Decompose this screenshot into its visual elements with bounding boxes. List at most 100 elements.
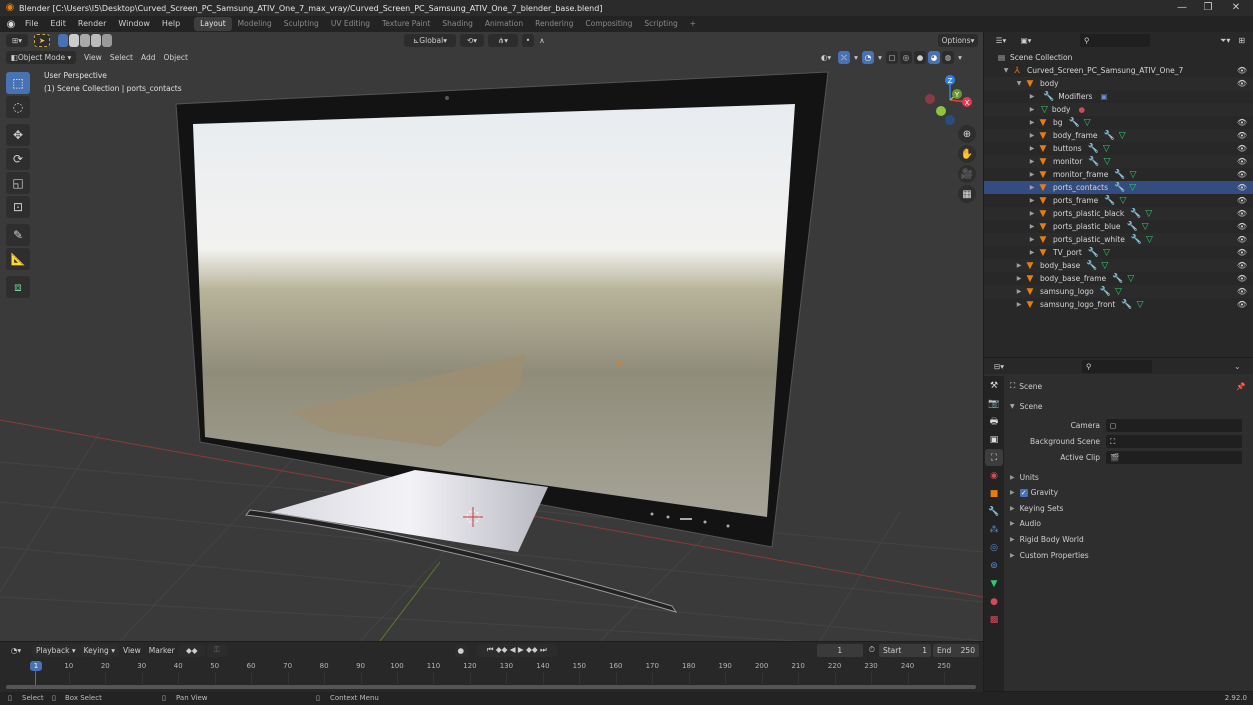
modifier-icon[interactable]: 🔧	[1104, 196, 1115, 206]
transform-orientation-dropdown[interactable]: ⊾ Global ▾	[404, 34, 456, 47]
modifier-icon[interactable]: 🔧	[1127, 222, 1138, 232]
playhead[interactable]: 1	[30, 661, 42, 671]
zoom-view-icon[interactable]: ⊕	[958, 125, 976, 143]
mesh-data-icon[interactable]: ▽	[1137, 300, 1144, 310]
modifier-icon[interactable]: 🔧	[1121, 300, 1132, 310]
field-value-input[interactable]: 🎬	[1106, 450, 1242, 464]
visibility-eye-icon[interactable]: 👁	[1237, 248, 1247, 257]
outliner-item[interactable]: ▶ ▼ body_base_frame 🔧 ▽ 👁	[984, 272, 1253, 285]
outliner-item[interactable]: ▶ ▼ ports_plastic_black 🔧 ▽ 👁	[984, 207, 1253, 220]
shading-solid[interactable]: ●	[914, 51, 926, 64]
outliner-item[interactable]: ▶ ▼ TV_port 🔧 ▽ 👁	[984, 246, 1253, 259]
expand-arrow-icon[interactable]: ▶	[1027, 184, 1037, 191]
measure-tool-icon[interactable]: 📐	[6, 248, 30, 270]
select-mode-intersect-icon[interactable]	[102, 34, 112, 47]
select-box-tool-icon[interactable]: ⬚	[6, 72, 30, 94]
visibility-dropdown[interactable]: ◐▾	[816, 51, 836, 64]
expand-arrow-icon[interactable]: ▶	[1027, 119, 1037, 126]
mesh-data-icon[interactable]: ▽	[1104, 157, 1111, 167]
tab-layout[interactable]: Layout	[194, 17, 232, 31]
modifier-icon[interactable]: 🔧	[1088, 157, 1099, 167]
mode-dropdown[interactable]: ◧ Object Mode ▾	[6, 51, 76, 64]
render-tab-icon[interactable]: 📷	[985, 395, 1003, 412]
expand-arrow-icon[interactable]: ▶	[1027, 158, 1037, 165]
outliner-item[interactable]: ▶ ▼ monitor 🔧 ▽ 👁	[984, 155, 1253, 168]
expand-arrow-icon[interactable]: ▶	[1027, 106, 1037, 113]
subpanel-header[interactable]: ▶ Custom Properties	[1010, 548, 1246, 562]
modifier-icon[interactable]: 🔧	[1130, 209, 1141, 219]
output-tab-icon[interactable]: 🖶	[985, 413, 1003, 430]
select-mode-invert-icon[interactable]	[91, 34, 101, 47]
outliner-search-input[interactable]: ⚲	[1080, 34, 1150, 47]
visibility-eye-icon[interactable]: 👁	[1237, 222, 1247, 231]
proportional-falloff-icon[interactable]: ∧	[536, 34, 548, 47]
field-value-input[interactable]: ⛶	[1106, 434, 1242, 448]
expand-arrow-icon[interactable]: ▶	[1027, 132, 1037, 139]
subpanel-header[interactable]: ▶ Units	[1010, 470, 1246, 484]
physics-tab-icon[interactable]: ◎	[985, 539, 1003, 556]
outliner-item[interactable]: ▶ 🔧 Modifiers ▣	[984, 90, 1253, 103]
close-button[interactable]: ✕	[1224, 0, 1248, 16]
visibility-eye-icon[interactable]: 👁	[1237, 157, 1247, 166]
menu-edit[interactable]: Edit	[44, 16, 72, 32]
maximize-button[interactable]: ❐	[1196, 0, 1220, 16]
modifier-icon[interactable]: 🔧	[1114, 183, 1125, 193]
annotate-tool-icon[interactable]: ✎	[6, 224, 30, 246]
outliner-root[interactable]: ▤ Scene Collection	[984, 51, 1253, 64]
snap-dropdown[interactable]: ⋔▾	[488, 34, 518, 47]
outliner-item[interactable]: ▶ ▽ body ●	[984, 103, 1253, 116]
camera-view-icon[interactable]: 🎥	[958, 165, 976, 183]
expand-arrow-icon[interactable]: ▶	[1027, 249, 1037, 256]
shading-material[interactable]: ◕	[928, 51, 940, 64]
tool-tab-icon[interactable]: ⚒	[985, 377, 1003, 394]
visibility-eye-icon[interactable]: 👁	[1237, 209, 1247, 218]
select-mode-new-icon[interactable]	[58, 34, 68, 47]
constraints-tab-icon[interactable]: ⊚	[985, 557, 1003, 574]
tab-modeling[interactable]: Modeling	[232, 17, 278, 31]
mesh-data-icon[interactable]: ▽	[1142, 222, 1149, 232]
tab-animation[interactable]: Animation	[479, 17, 529, 31]
expand-arrow-icon[interactable]: ▶	[1027, 197, 1037, 204]
scene-panel-header[interactable]: ▼ Scene	[1010, 399, 1250, 413]
overlay-dropdown[interactable]: ▾	[876, 51, 884, 64]
menu-file[interactable]: File	[19, 16, 44, 32]
outliner-item[interactable]: ▶ ▼ ports_plastic_white 🔧 ▽ 👁	[984, 233, 1253, 246]
visibility-eye-icon[interactable]: 👁	[1237, 170, 1247, 179]
mesh-data-icon[interactable]: ▽	[1103, 248, 1110, 258]
tab-sculpting[interactable]: Sculpting	[278, 17, 325, 31]
menu-object[interactable]: Object	[159, 51, 191, 64]
shading-wireframe[interactable]: ◎	[900, 51, 912, 64]
properties-search-input[interactable]: ⚲	[1082, 359, 1152, 373]
object-tab-icon[interactable]: ■	[985, 485, 1003, 502]
outliner-item[interactable]: ▶ ▼ samsung_logo_front 🔧 ▽ 👁	[984, 298, 1253, 311]
mesh-data-icon[interactable]: ▽	[1130, 170, 1137, 180]
mesh-data-icon[interactable]: ▽	[1119, 131, 1126, 141]
data-tab-icon[interactable]: ▼	[985, 575, 1003, 592]
texture-tab-icon[interactable]: ▩	[985, 611, 1003, 628]
world-tab-icon[interactable]: ◉	[985, 467, 1003, 484]
scale-tool-icon[interactable]: ◱	[6, 172, 30, 194]
rotate-tool-icon[interactable]: ⟳	[6, 148, 30, 170]
menu-help[interactable]: Help	[156, 16, 186, 32]
pan-view-icon[interactable]: ✋	[958, 145, 976, 163]
outliner-item[interactable]: ▼ ⅄ Curved_Screen_PC_Samsung_ATIV_One_7 👁	[984, 64, 1253, 77]
subdivision-modifier-icon[interactable]: ▣	[1100, 92, 1107, 101]
visibility-eye-icon[interactable]: 👁	[1237, 274, 1247, 283]
outliner-item[interactable]: ▶ ▼ samsung_logo 🔧 ▽ 👁	[984, 285, 1253, 298]
expand-arrow-icon[interactable]: ▶	[1027, 223, 1037, 230]
outliner-item[interactable]: ▶ ▼ buttons 🔧 ▽ 👁	[984, 142, 1253, 155]
shading-rendered[interactable]: ◍	[942, 51, 954, 64]
overlay-toggle[interactable]: ◔	[862, 51, 874, 64]
mesh-data-icon[interactable]: ▽	[1084, 118, 1091, 128]
modifier-icon[interactable]: 🔧	[1069, 118, 1080, 128]
expand-arrow-icon[interactable]: ▼	[1001, 67, 1011, 74]
expand-arrow-icon[interactable]: ▶	[1027, 236, 1037, 243]
visibility-eye-icon[interactable]: 👁	[1237, 131, 1247, 140]
mesh-data-icon[interactable]: ▽	[1145, 209, 1152, 219]
visibility-eye-icon[interactable]: 👁	[1237, 144, 1247, 153]
outliner-item[interactable]: ▼ ▼ body 👁	[984, 77, 1253, 90]
tab-uv-editing[interactable]: UV Editing	[325, 17, 376, 31]
visibility-eye-icon[interactable]: 👁	[1237, 287, 1247, 296]
expand-arrow-icon[interactable]: ▶	[1027, 93, 1037, 100]
blender-menu-icon[interactable]: ◉	[3, 19, 19, 30]
